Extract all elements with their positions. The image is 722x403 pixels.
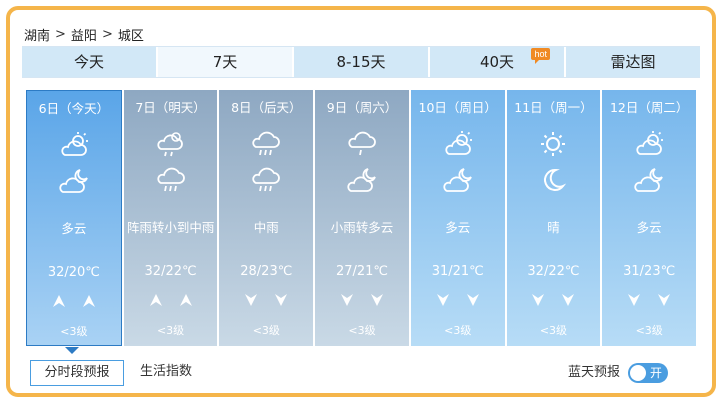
blue-sky-toggle[interactable]: 开 (628, 363, 668, 383)
wind-direction (124, 292, 218, 308)
temperature-range: 32/22℃ (527, 264, 580, 279)
widget-content: 湖南 > 益阳 > 城区 今天 7天 8-15天 40天 hot 雷达图 6日（今… (16, 16, 706, 387)
rain-icon (252, 167, 281, 192)
partly-cloudy-night-icon (59, 169, 88, 193)
sun-icon (541, 132, 566, 156)
down-arrow-icon (628, 294, 641, 306)
down-arrow-icon (245, 294, 258, 306)
tab-life-index[interactable]: 生活指数 (140, 360, 192, 386)
day-date: 12日（周二） (609, 100, 689, 115)
partly-cloudy-day-icon (61, 132, 88, 156)
weather-description: 阵雨转小到中雨 (126, 220, 215, 235)
breadcrumb-city[interactable]: 益阳 (71, 25, 97, 44)
wind-level: <3级 (60, 325, 88, 338)
wind-direction (219, 292, 313, 308)
down-arrow-icon (562, 294, 575, 306)
breadcrumb-separator: > (55, 26, 66, 42)
toggle-label: 开 (649, 366, 662, 380)
temperature-range: 28/23℃ (240, 264, 293, 279)
weather-widget: 湖南 > 益阳 > 城区 今天 7天 8-15天 40天 hot 雷达图 6日（今… (6, 6, 716, 397)
wind-level: <3级 (252, 324, 280, 337)
hot-badge: hot (531, 48, 550, 64)
day-card[interactable]: 10日（周日） 多云 31/21℃ <3级 (410, 90, 505, 346)
breadcrumb-district[interactable]: 城区 (118, 25, 144, 44)
down-arrow-icon (371, 294, 384, 306)
blue-sky-forecast-label: 蓝天预报 (568, 365, 621, 380)
partly-cloudy-day-icon (636, 131, 664, 155)
day-card[interactable]: 12日（周二） 多云 31/23℃ <3级 (602, 90, 697, 346)
day-card[interactable]: 6日（今天） 多云 32/20℃ <3级 (26, 90, 122, 346)
tab-8-15-days[interactable]: 8-15天 (294, 47, 430, 77)
temperature-range: 32/22℃ (144, 264, 197, 279)
up-arrow-icon (179, 294, 192, 306)
moon-icon (544, 168, 567, 191)
up-arrow-icon (82, 295, 95, 307)
weather-description: 中雨 (253, 220, 279, 235)
down-arrow-icon (532, 294, 545, 306)
wind-level: <3级 (444, 324, 472, 337)
day-date: 6日（今天） (38, 101, 110, 116)
wind-direction (507, 292, 601, 308)
tab-today[interactable]: 今天 (22, 47, 158, 77)
day-date: 10日（周日） (418, 100, 497, 115)
tab-label: 今天 (73, 53, 104, 71)
temperature-range: 31/23℃ (623, 264, 676, 279)
up-arrow-icon (52, 295, 65, 307)
breadcrumb-province[interactable]: 湖南 (24, 25, 50, 44)
down-arrow-icon (275, 294, 288, 306)
wind-direction (27, 293, 121, 309)
temperature-range: 27/21℃ (335, 264, 389, 279)
wind-level: <3级 (635, 324, 663, 337)
day-date: 11日（周一） (514, 100, 593, 115)
forecast-tabs: 今天 7天 8-15天 40天 hot 雷达图 (22, 46, 700, 78)
tab-label: 8-15天 (336, 53, 386, 71)
day-date: 7日（明天） (135, 100, 206, 115)
toggle-knob (630, 365, 646, 381)
down-arrow-icon (658, 294, 671, 306)
day-date: 8日（后天） (231, 100, 302, 115)
day-date: 9日（周六） (326, 100, 398, 115)
partly-cloudy-night-icon (634, 168, 664, 192)
tab-40-days[interactable]: 40天 hot (430, 47, 566, 77)
breadcrumb-separator: > (101, 26, 113, 42)
weather-description: 多云 (445, 220, 471, 235)
selected-day-pointer (65, 347, 79, 354)
wind-direction (602, 292, 696, 308)
wind-level: <3级 (539, 324, 568, 337)
down-arrow-icon (466, 294, 479, 306)
weather-description: 小雨转多云 (330, 220, 394, 235)
partly-cloudy-night-icon (443, 168, 472, 192)
wind-level: <3级 (156, 324, 185, 337)
partly-cloudy-day-icon (445, 131, 472, 155)
down-arrow-icon (341, 294, 354, 306)
day-card[interactable]: 11日（周一） 晴 32/22℃ <3级 (506, 90, 601, 346)
wind-direction (315, 292, 409, 308)
day-card[interactable]: 8日（后天） 中雨 28/23℃ <3级 (219, 90, 314, 346)
day-forecast-list: 6日（今天） 多云 32/20℃ <3级 7日（明天） 阵雨转小到中雨 32/22℃ <3级 8… (26, 90, 697, 346)
weather-description: 多云 (636, 220, 662, 235)
weather-description: 多云 (61, 221, 87, 236)
down-arrow-icon (436, 294, 449, 306)
rain-icon (252, 131, 281, 156)
tab-radar[interactable]: 雷达图 (566, 47, 700, 77)
wind-level: <3级 (348, 324, 376, 337)
tab-label: 40天 (479, 53, 515, 71)
tab-7-days[interactable]: 7天 (158, 47, 294, 77)
tab-label: 雷达图 (610, 53, 656, 71)
light-rain-icon (348, 131, 376, 156)
wind-direction (411, 292, 505, 308)
tab-label: 7天 (212, 53, 238, 71)
breadcrumb: 湖南 > 益阳 > 城区 (24, 24, 144, 44)
rain-icon (156, 167, 185, 192)
partly-cloudy-night-icon (347, 168, 376, 192)
up-arrow-icon (149, 294, 162, 306)
tab-hourly-forecast[interactable]: 分时段预报 (30, 360, 124, 386)
temperature-range: 32/20℃ (47, 265, 100, 280)
temperature-range: 31/21℃ (431, 264, 484, 279)
day-card[interactable]: 9日（周六） 小雨转多云 27/21℃ <3级 (315, 90, 409, 346)
shower-icon (156, 132, 183, 157)
weather-description: 晴 (547, 220, 560, 235)
day-card[interactable]: 7日（明天） 阵雨转小到中雨 32/22℃ <3级 (123, 90, 218, 346)
